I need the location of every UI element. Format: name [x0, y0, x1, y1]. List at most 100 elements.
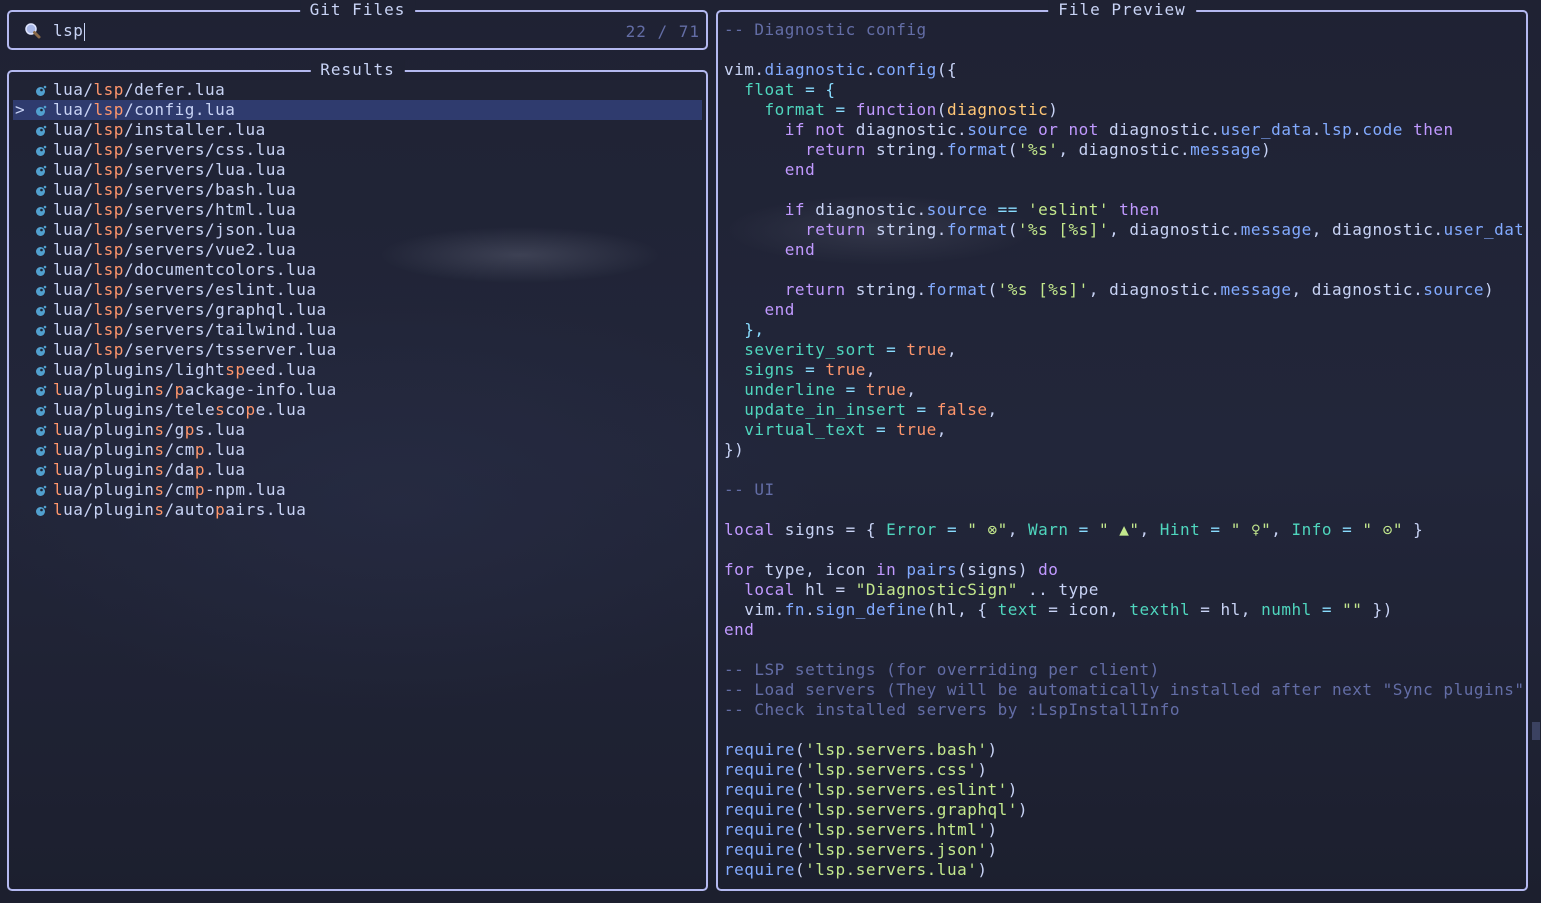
lua-file-icon — [31, 200, 51, 220]
code-token: ) — [1017, 800, 1029, 819]
code-token: , — [936, 420, 947, 439]
result-item[interactable]: lua/plugins/lightspeed.lua — [13, 360, 702, 380]
code-token: for — [724, 560, 755, 579]
result-item[interactable]: lua/lsp/installer.lua — [13, 120, 702, 140]
result-item[interactable]: lua/lsp/servers/html.lua — [13, 200, 702, 220]
result-item[interactable]: lua/lsp/servers/eslint.lua — [13, 280, 702, 300]
code-token: = — [865, 420, 897, 439]
file-path: lua/lsp/config.lua — [51, 100, 235, 120]
code-token: ({ — [936, 60, 958, 79]
code-token: ( — [794, 780, 806, 799]
code-token: function — [855, 100, 937, 119]
path-segment: lua/ — [53, 320, 94, 339]
code-line: end — [724, 240, 1522, 260]
scrollbar-thumb[interactable] — [1532, 722, 1540, 740]
lua-file-icon — [31, 80, 51, 100]
code-token: , diagnostic. — [1109, 220, 1241, 239]
match-highlight: lsp — [93, 180, 124, 199]
path-segment: airs.lua — [225, 500, 307, 519]
file-path: lua/lsp/servers/html.lua — [51, 200, 296, 220]
code-token: Info — [1291, 520, 1333, 539]
result-item[interactable]: lua/lsp/servers/css.lua — [13, 140, 702, 160]
result-item[interactable]: lua/plugins/autopairs.lua — [13, 500, 702, 520]
code-token: ( — [794, 760, 806, 779]
code-token: ) — [987, 740, 998, 759]
code-token: , diagnostic. — [1088, 280, 1221, 299]
path-segment: /auto — [164, 500, 216, 519]
prompt-title: Git Files — [299, 0, 416, 20]
result-item[interactable]: > lua/lsp/config.lua — [13, 100, 702, 120]
code-token: -- Load servers (They will be automatica… — [724, 680, 1522, 699]
code-token: vim. — [724, 600, 785, 619]
code-token: string. — [865, 220, 947, 239]
result-item[interactable]: lua/plugins/dap.lua — [13, 460, 702, 480]
code-line: end — [724, 620, 1522, 640]
code-token: -- Diagnostic config — [724, 20, 927, 39]
code-token: = { — [794, 80, 836, 99]
code-token: return — [784, 280, 846, 299]
match-highlight: lsp — [93, 160, 124, 179]
result-item[interactable]: lua/lsp/servers/graphql.lua — [13, 300, 702, 320]
code-line: -- Check installed servers by :LspInstal… — [724, 700, 1522, 720]
lua-file-icon — [31, 120, 51, 140]
match-highlight: p — [174, 380, 185, 399]
result-item[interactable]: lua/lsp/servers/json.lua — [13, 220, 702, 240]
code-line: severity_sort = true, — [724, 340, 1522, 360]
code-token: underline — [724, 380, 836, 399]
result-item[interactable]: lua/lsp/servers/tsserver.lua — [13, 340, 702, 360]
code-token: , diagnostic. — [1058, 140, 1191, 159]
code-token: ) — [987, 840, 998, 859]
match-highlight: l — [53, 500, 64, 519]
code-line: require('lsp.servers.eslint') — [724, 780, 1522, 800]
path-segment: lua/plugins/light — [53, 360, 226, 379]
result-item[interactable]: lua/plugins/package-info.lua — [13, 380, 702, 400]
result-item[interactable]: lua/plugins/cmp.lua — [13, 440, 702, 460]
result-item[interactable]: lua/lsp/documentcolors.lua — [13, 260, 702, 280]
code-token: Hint — [1159, 520, 1201, 539]
code-token: .. type — [1017, 580, 1099, 599]
preview-panel: File Preview -- Diagnostic config vim.di… — [716, 0, 1528, 891]
path-segment: /servers/lua.lua — [123, 160, 287, 179]
code-token: true — [865, 380, 907, 399]
code-token: ( — [936, 100, 947, 119]
code-token: fn — [784, 600, 806, 619]
code-token: require — [724, 820, 795, 839]
code-preview[interactable]: -- Diagnostic config vim.diagnostic.conf… — [724, 20, 1522, 880]
code-token: . — [1311, 120, 1322, 139]
result-item[interactable]: lua/lsp/servers/lua.lua — [13, 160, 702, 180]
result-item[interactable]: lua/lsp/servers/vue2.lua — [13, 240, 702, 260]
result-item[interactable]: lua/lsp/servers/bash.lua — [13, 180, 702, 200]
code-token: do — [1038, 560, 1059, 579]
prompt-panel: Git Files lsp 22 / 71 — [7, 0, 708, 50]
path-segment: /defer.lua — [123, 80, 226, 99]
code-token: signs — [724, 360, 795, 379]
file-path: lua/lsp/servers/tsserver.lua — [51, 340, 337, 360]
result-item[interactable]: lua/lsp/defer.lua — [13, 80, 702, 100]
search-input[interactable]: lsp — [53, 21, 86, 41]
match-highlight: l — [53, 380, 64, 399]
search-icon — [23, 21, 43, 41]
code-token: numhl — [1261, 600, 1312, 619]
result-item[interactable]: lua/plugins/telescope.lua — [13, 400, 702, 420]
results-list: lua/lsp/defer.lua > lua/lsp/config.lua lua/… — [13, 80, 702, 520]
path-segment: lua/ — [53, 140, 94, 159]
code-line: update_in_insert = false, — [724, 400, 1522, 420]
match-highlight: lsp — [93, 280, 124, 299]
code-line: -- LSP settings (for overriding per clie… — [724, 660, 1522, 680]
path-segment: ua/plugin — [63, 460, 155, 479]
prompt-row[interactable]: lsp 22 / 71 — [23, 20, 700, 42]
result-item[interactable]: lua/plugins/cmp-npm.lua — [13, 480, 702, 500]
code-token: type, icon — [754, 560, 876, 579]
path-segment: co — [225, 400, 246, 419]
code-token: require — [724, 780, 795, 799]
code-token: , — [946, 340, 958, 359]
code-token: require — [724, 840, 795, 859]
result-item[interactable]: lua/plugins/gps.lua — [13, 420, 702, 440]
code-token: (hl, { — [926, 600, 998, 619]
code-token: ( — [794, 740, 806, 759]
result-item[interactable]: lua/lsp/servers/tailwind.lua — [13, 320, 702, 340]
